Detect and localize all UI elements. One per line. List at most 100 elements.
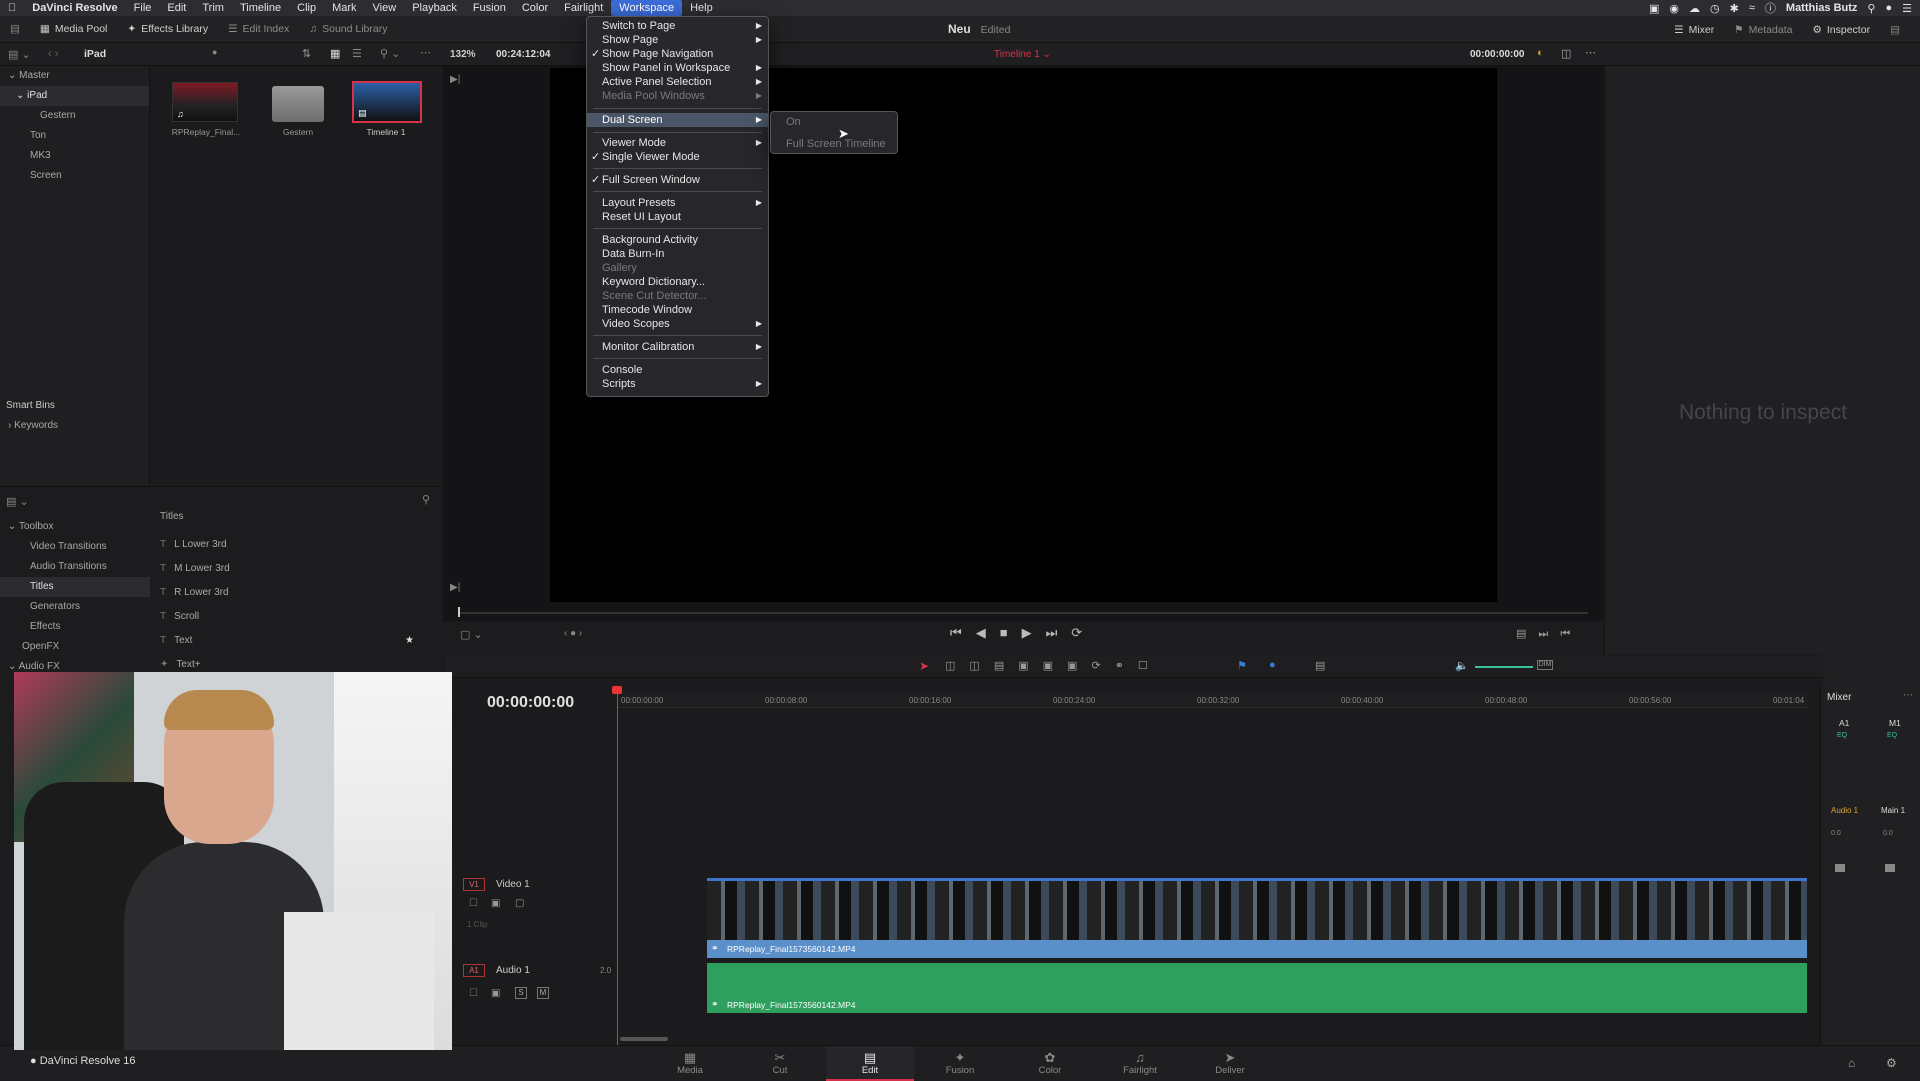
- volume-icon[interactable]: 🔈: [1455, 659, 1469, 672]
- user-name[interactable]: Matthias Butz: [1786, 2, 1858, 14]
- auto-select-icon[interactable]: ▣: [491, 898, 500, 909]
- video-track-id[interactable]: V1: [463, 878, 485, 891]
- menu-item-timecode-window[interactable]: Timecode Window: [587, 303, 768, 317]
- menu-fairlight[interactable]: Fairlight: [556, 0, 611, 16]
- search-icon[interactable]: ⚲ ⌄: [380, 47, 400, 60]
- menu-item-switch-to-page[interactable]: Switch to Page ▶: [587, 19, 768, 33]
- favorite-star-icon[interactable]: ★: [405, 629, 414, 653]
- bin-mk3[interactable]: MK3: [0, 146, 149, 166]
- menu-clip[interactable]: Clip: [289, 0, 324, 16]
- menu-item-show-panel-in-workspace[interactable]: Show Panel in Workspace ▶: [587, 61, 768, 75]
- overwrite-icon[interactable]: ▣: [1043, 660, 1067, 672]
- fx-openfx[interactable]: OpenFX: [0, 637, 150, 657]
- play-icon[interactable]: ▶: [1022, 625, 1046, 640]
- effects-library-button[interactable]: ✦ Effects Library: [117, 16, 218, 43]
- menu-item-viewer-mode[interactable]: Viewer Mode ▶: [587, 136, 768, 150]
- thumbnail-clip[interactable]: ♫: [172, 82, 238, 122]
- track-visible-icon[interactable]: ▢: [515, 898, 524, 909]
- bin-ipad[interactable]: ⌄ iPad: [0, 86, 149, 106]
- playhead-handle[interactable]: [612, 686, 622, 694]
- dim-button[interactable]: DIM: [1537, 660, 1553, 670]
- timeline-selector[interactable]: Timeline 1 ⌄: [994, 49, 1051, 60]
- solo-button[interactable]: S: [515, 987, 527, 999]
- trim-tool-icon[interactable]: ◫: [945, 660, 969, 672]
- video-clip-label-bar[interactable]: ⚭ RPReplay_Final1573560142.MP4: [707, 940, 1807, 958]
- grid-view-icon[interactable]: ▦: [330, 47, 340, 60]
- menu-playback[interactable]: Playback: [404, 0, 465, 16]
- title-item[interactable]: T R Lower 3rd: [160, 581, 430, 605]
- info-icon[interactable]: ⓘ: [1765, 0, 1776, 16]
- search-icon[interactable]: ⚲: [1867, 2, 1875, 15]
- menu-item-console[interactable]: Console: [587, 363, 768, 377]
- menu-item-layout-presets[interactable]: Layout Presets ▶: [587, 196, 768, 210]
- control-center-icon[interactable]: ☰: [1902, 2, 1912, 15]
- eq-a1[interactable]: EQ: [1837, 732, 1847, 739]
- reverse-icon[interactable]: ◀: [976, 625, 1000, 640]
- menu-item-video-scopes[interactable]: Video Scopes ▶: [587, 317, 768, 331]
- track-lock-icon[interactable]: ☐: [469, 898, 478, 909]
- menu-item-background-activity[interactable]: Background Activity: [587, 233, 768, 247]
- panel-toggle-right-icon[interactable]: ▤: [1880, 16, 1910, 43]
- video-clip[interactable]: [707, 878, 1807, 940]
- title-item[interactable]: T L Lower 3rd: [160, 533, 430, 557]
- settings-gear-icon[interactable]: ⚙: [1886, 1056, 1897, 1070]
- menu-help[interactable]: Help: [682, 0, 721, 16]
- next-edit-icon[interactable]: ⏭: [1538, 628, 1560, 640]
- menu-item-dual-screen[interactable]: Dual Screen ▶: [587, 113, 768, 127]
- page-color[interactable]: ✿ Color: [1006, 1046, 1094, 1081]
- menu-item-data-burn-in[interactable]: Data Burn-In: [587, 247, 768, 261]
- menu-app[interactable]: DaVinci Resolve: [24, 0, 125, 16]
- page-fairlight[interactable]: ♫ Fairlight: [1096, 1046, 1184, 1081]
- menu-file[interactable]: File: [126, 0, 160, 16]
- zoom-full-icon[interactable]: ▤: [1315, 659, 1325, 672]
- menu-view[interactable]: View: [365, 0, 405, 16]
- viewer-more-icon[interactable]: ⋯: [1585, 46, 1596, 59]
- audio-lock-icon[interactable]: ☐: [469, 988, 478, 999]
- go-to-start-icon[interactable]: ⏮: [950, 625, 976, 640]
- viewer-collapse-icon[interactable]: ▶|: [450, 582, 460, 593]
- viewer-playhead[interactable]: [458, 607, 460, 617]
- menu-item-keyword-dictionary[interactable]: Keyword Dictionary...: [587, 275, 768, 289]
- viewer-expand-icon[interactable]: ▶|: [450, 74, 460, 85]
- cloud-icon[interactable]: ☁: [1689, 2, 1700, 15]
- menu-mark[interactable]: Mark: [324, 0, 364, 16]
- menu-item-single-viewer-mode[interactable]: ✓ Single Viewer Mode: [587, 150, 768, 164]
- volume-slider[interactable]: [1475, 666, 1533, 668]
- viewer-layout-icon[interactable]: ◫: [1561, 47, 1571, 60]
- mute-button[interactable]: M: [537, 987, 549, 999]
- lock-icon[interactable]: ☐: [1138, 660, 1162, 672]
- audio-auto-select-icon[interactable]: ▣: [491, 988, 500, 999]
- home-icon[interactable]: ⌂: [1848, 1056, 1855, 1070]
- siri-icon[interactable]: ●: [1885, 2, 1892, 14]
- stop-icon[interactable]: ■: [1000, 625, 1022, 640]
- fx-effects[interactable]: Effects: [0, 617, 150, 637]
- menu-item-scripts[interactable]: Scripts ▶: [587, 377, 768, 391]
- toolbox-item[interactable]: ⌄ Toolbox: [0, 517, 150, 537]
- go-to-end-icon[interactable]: ⏭: [1046, 625, 1072, 640]
- menu-item-active-panel-selection[interactable]: Active Panel Selection ▶: [587, 75, 768, 89]
- effects-panel-toggle-icon[interactable]: ▤ ⌄: [6, 495, 29, 508]
- viewer-scrubber[interactable]: [458, 612, 1588, 614]
- color-picker-icon[interactable]: ◐: [1537, 47, 1544, 59]
- page-deliver[interactable]: ➤ Deliver: [1186, 1046, 1274, 1081]
- bin-ton[interactable]: Ton: [0, 126, 149, 146]
- page-cut[interactable]: ✂ Cut: [736, 1046, 824, 1081]
- title-item[interactable]: T Text ★: [160, 629, 430, 653]
- edit-index-button[interactable]: ☰ Edit Index: [218, 16, 299, 43]
- timeline-scrollbar[interactable]: [620, 1037, 668, 1041]
- mixer-button[interactable]: ☰ Mixer: [1664, 16, 1724, 43]
- menu-item-reset-ui-layout[interactable]: Reset UI Layout: [587, 210, 768, 224]
- camera-icon[interactable]: ▣: [1649, 2, 1659, 15]
- bin-screen[interactable]: Screen: [0, 166, 149, 186]
- bin-list-icon[interactable]: ▤ ⌄: [8, 48, 31, 61]
- effects-search-icon[interactable]: ⚲: [422, 493, 430, 506]
- menu-item-show-page-navigation[interactable]: ✓ Show Page Navigation: [587, 47, 768, 61]
- audio-clip[interactable]: ⚭ RPReplay_Final1573560142.MP4: [707, 963, 1807, 1013]
- bin-master[interactable]: ⌄ Master: [0, 66, 149, 86]
- page-media[interactable]: ▦ Media: [646, 1046, 734, 1081]
- sound-library-button[interactable]: ♫ Sound Library: [299, 16, 397, 43]
- menu-item-show-page[interactable]: Show Page ▶: [587, 33, 768, 47]
- menu-item-full-screen-window[interactable]: ✓ Full Screen Window: [587, 173, 768, 187]
- transform-icon[interactable]: ▢ ⌄: [460, 628, 483, 641]
- more-icon[interactable]: ⋯: [420, 46, 431, 59]
